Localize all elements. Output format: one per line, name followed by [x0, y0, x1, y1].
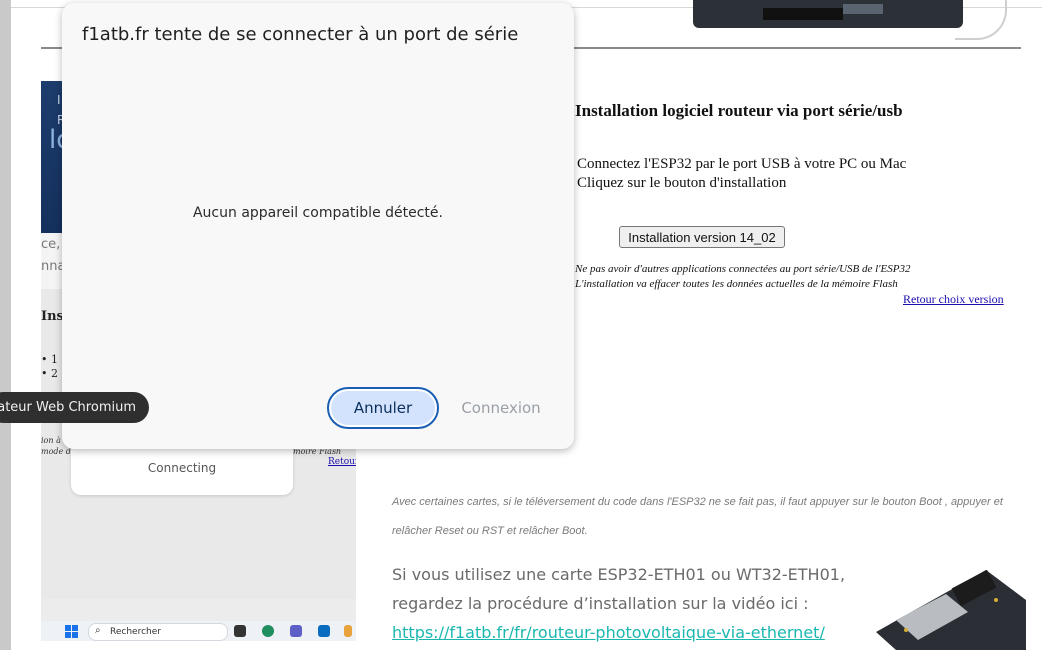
warning-text: Ne pas avoir d'autres applications conne… — [575, 263, 911, 275]
screenshot-hero-text-1: I — [57, 93, 61, 107]
screenshot-small-text: ion à — [41, 436, 61, 445]
esp32-eth-board-image — [876, 570, 1026, 650]
esp32-board-image-top — [693, 0, 963, 28]
instruction-text: Connectez l'ESP32 par le port USB à votr… — [577, 156, 907, 172]
taskbar-app-icon — [234, 625, 246, 637]
ethernet-text: regardez la procédure d’installation sur… — [392, 594, 809, 613]
teams-icon — [290, 625, 302, 637]
boot-note: relâcher Reset ou RST et relâcher Boot. — [392, 525, 588, 537]
boot-note: Avec certaines cartes, si le téléverseme… — [392, 496, 1003, 508]
taskbar-app-icon — [344, 625, 352, 637]
ethernet-video-link[interactable]: https://f1atb.fr/fr/routeur-photovoltaiq… — [392, 623, 825, 642]
mail-icon — [318, 625, 330, 637]
screenshot-retour-link: Retour — [328, 457, 356, 467]
screenshot-connecting-card: Connecting — [71, 443, 293, 495]
retour-choix-version-link[interactable]: Retour choix version — [903, 292, 1004, 307]
search-icon: ⌕ — [95, 625, 101, 636]
windows-start-icon — [65, 625, 79, 639]
ethernet-text: Si vous utilisez une carte ESP32-ETH01 o… — [392, 565, 846, 584]
dialog-title: f1atb.fr tente de se connecter à un port… — [82, 24, 519, 45]
screenshot-connecting-text: Connecting — [147, 461, 217, 475]
instruction-text: Cliquez sur le bouton d'installation — [577, 175, 787, 191]
page-title: Installation logiciel routeur via port s… — [575, 101, 903, 120]
no-device-message: Aucun appareil compatible détecté. — [192, 205, 443, 221]
install-button[interactable]: Installation version 14_02 — [619, 226, 785, 248]
cable-image — [955, 0, 1007, 40]
edge-icon — [262, 625, 274, 637]
cancel-button[interactable]: Annuler — [327, 387, 439, 429]
connect-button[interactable]: Connexion — [448, 387, 554, 429]
screenshot-taskbar: ⌕ Rechercher — [41, 621, 356, 641]
warning-text: L'installation va effacer toutes les don… — [575, 278, 898, 290]
screenshot-list-item: • 2 — [41, 367, 58, 380]
browser-left-edge — [0, 0, 11, 650]
taskbar-search-box: ⌕ Rechercher — [88, 623, 228, 641]
taskbar-search-label: Rechercher — [110, 627, 161, 637]
browser-tooltip: Navigateur Web Chromium — [0, 392, 149, 423]
screenshot-section-heading: Ins — [41, 309, 64, 324]
screenshot-list-item: • 1 — [41, 353, 58, 366]
serial-port-dialog: f1atb.fr tente de se connecter à un port… — [62, 3, 574, 449]
